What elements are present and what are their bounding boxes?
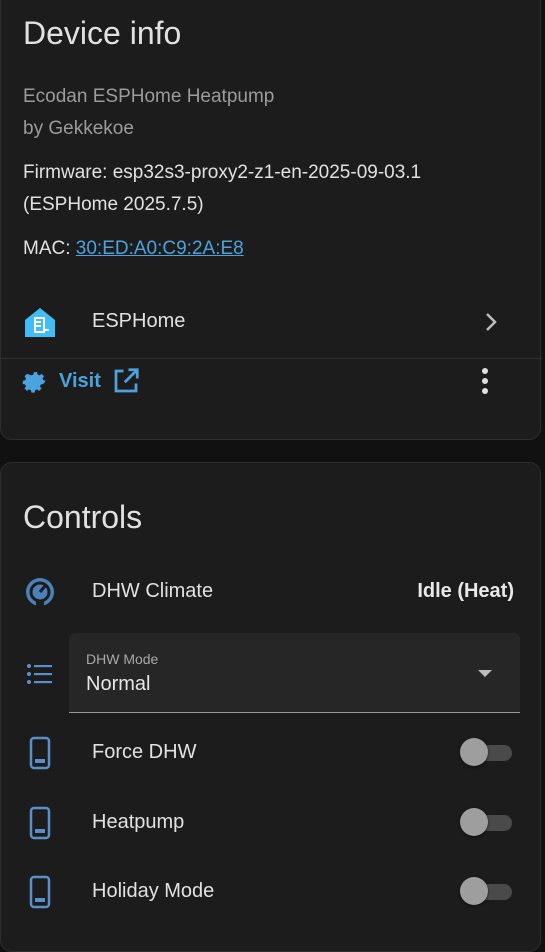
holiday-mode-toggle[interactable] [460,877,512,905]
entity-row-holiday-mode: Holiday Mode [1,862,542,922]
dhw-climate-state: Idle (Heat) [417,580,514,602]
dhw-climate-label: DHW Climate [92,580,214,602]
dhw-mode-select[interactable]: DHW Mode Normal [69,633,520,713]
mac-label: MAC: [23,238,76,259]
dhw-mode-label: DHW Mode [86,651,159,667]
toggle-thumb [460,808,488,836]
phone-icon [29,875,51,909]
divider [1,358,542,359]
device-info-card: Device info Ecodan ESPHome Heatpump by G… [0,0,542,440]
entity-row-dhw-climate[interactable]: DHW Climate Idle (Heat) [1,562,542,622]
mac-link[interactable]: 30:ED:A0:C9:2A:E8 [76,238,244,259]
entity-row-heatpump: Heatpump [1,793,542,853]
list-icon [27,664,52,684]
dhw-mode-value: Normal [86,673,151,695]
dropdown-arrow-icon [478,670,492,677]
controls-title: Controls [23,499,143,535]
esphome-icon [25,308,55,337]
firmware-text: Firmware: esp32s3-proxy2-z1-en-2025-09-0… [23,162,422,183]
entity-row-force-dhw: Force DHW [1,723,542,783]
device-model: Ecodan ESPHome Heatpump [23,86,275,107]
integration-row-esphome[interactable]: ESPHome [1,292,542,352]
force-dhw-toggle[interactable] [460,738,512,766]
toggle-thumb [460,738,488,766]
controls-card: Controls DHW Climate Idle (Heat) DHW Mod… [0,462,541,952]
visit-button[interactable]: Visit [19,361,141,401]
chevron-right-icon [486,313,497,331]
holiday-mode-label: Holiday Mode [92,880,215,902]
heatpump-toggle[interactable] [460,808,512,836]
force-dhw-label: Force DHW [92,741,197,763]
phone-icon [29,806,51,840]
toggle-thumb [460,877,488,905]
open-in-new-icon [114,368,139,393]
mac-line: MAC: 30:ED:A0:C9:2A:E8 [23,238,244,260]
device-info-title: Device info [23,15,182,51]
phone-icon [29,736,51,770]
device-manufacturer: by Gekkekoe [23,118,134,139]
heatpump-label: Heatpump [92,811,185,833]
integration-label: ESPHome [92,310,186,332]
more-vert-icon[interactable] [471,365,499,397]
thermostat-icon [26,578,54,607]
gear-icon [22,372,46,393]
firmware-version: (ESPHome 2025.7.5) [23,194,204,215]
visit-label: Visit [59,369,101,392]
